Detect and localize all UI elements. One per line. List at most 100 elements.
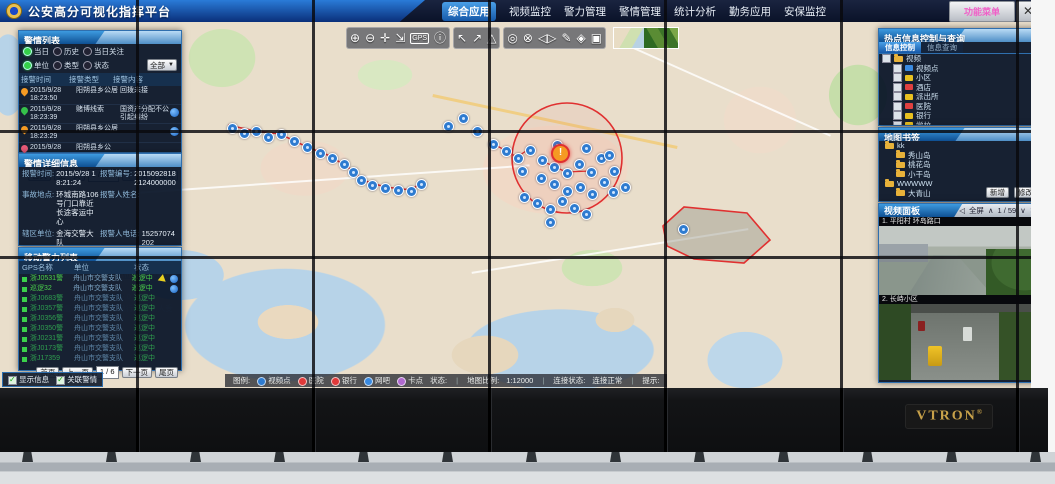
map-marker[interactable]: [537, 155, 548, 166]
checkbox-icon[interactable]: [893, 121, 902, 126]
checkbox-icon[interactable]: [893, 102, 902, 111]
map-marker[interactable]: [545, 217, 556, 228]
map-marker[interactable]: [545, 204, 556, 215]
map-marker[interactable]: [458, 113, 469, 124]
map-marker[interactable]: [393, 185, 404, 196]
police-row[interactable]: 巡逻32 舟山市交警支队 巡逻中: [19, 284, 181, 294]
video-prev-icon[interactable]: ◁: [959, 206, 965, 215]
function-menu-button[interactable]: 功能菜单: [949, 1, 1015, 22]
zoom-out-icon[interactable]: ⊖: [365, 29, 375, 47]
select-line-icon[interactable]: ↗: [472, 29, 482, 47]
map-marker[interactable]: [569, 203, 580, 214]
map-marker[interactable]: [501, 146, 512, 157]
select-circle-icon[interactable]: ◎: [507, 29, 517, 47]
police-row[interactable]: 浙J0356警舟山市交警支队巡逻中: [19, 314, 181, 324]
map-marker[interactable]: [525, 145, 536, 156]
map-marker[interactable]: [380, 183, 391, 194]
radio-unit[interactable]: 单位: [23, 60, 49, 71]
menu-item-duty-app[interactable]: 勤务应用: [729, 4, 771, 19]
clear-selection-icon[interactable]: ⊗: [523, 29, 533, 47]
alert-row[interactable]: 2015/9/28 18:23:39 赌博线索 国资产分配不公引起纠纷: [19, 105, 181, 124]
alert-row[interactable]: 2015/9/28 阳朔县乡公: [19, 143, 181, 153]
checkbox-icon[interactable]: [893, 111, 902, 120]
alert-row[interactable]: 2015/9/28 18:23:50 阳朔县乡公居 回拨未接: [19, 86, 181, 105]
map-marker[interactable]: [581, 209, 592, 220]
last-page-button[interactable]: 尾页: [155, 367, 178, 378]
map-marker[interactable]: [367, 180, 378, 191]
draw-icon[interactable]: ✎: [561, 29, 571, 47]
checkbox-icon[interactable]: [893, 64, 902, 73]
police-row[interactable]: 浙J0531警 舟山市交警支队 巡逻中: [19, 274, 181, 284]
map-marker[interactable]: [315, 148, 326, 159]
checkbox-show-info[interactable]: 显示信息: [8, 374, 49, 385]
radio-history[interactable]: 历史: [53, 46, 79, 57]
map-marker[interactable]: [620, 182, 631, 193]
locate-police-icon[interactable]: [170, 275, 178, 283]
map-marker[interactable]: [327, 153, 338, 164]
pan-icon[interactable]: ✛: [380, 29, 390, 47]
map-marker[interactable]: [557, 196, 568, 207]
map-marker[interactable]: [609, 166, 620, 177]
alarm-marker[interactable]: !: [551, 144, 570, 163]
menu-item-statistics[interactable]: 统计分析: [674, 4, 716, 19]
info-icon[interactable]: ⓘ: [434, 29, 446, 47]
map-marker[interactable]: [604, 150, 615, 161]
video-page-up-icon[interactable]: ∧: [988, 206, 994, 215]
checkbox-icon[interactable]: [893, 92, 902, 101]
map-marker[interactable]: [678, 224, 689, 235]
map-marker[interactable]: [575, 182, 586, 193]
video-page-down-icon[interactable]: ∨: [1020, 206, 1026, 215]
map-marker[interactable]: [549, 162, 560, 173]
map-marker[interactable]: [356, 175, 367, 186]
map-marker[interactable]: [549, 179, 560, 190]
police-row[interactable]: 浙J0350警舟山市交警支队巡逻中: [19, 324, 181, 334]
police-row[interactable]: 浙J0357警舟山市交警支队巡逻中: [19, 304, 181, 314]
map-marker[interactable]: [519, 192, 530, 203]
map-marker[interactable]: [581, 143, 592, 154]
menu-item-security-monitor[interactable]: 安保监控: [784, 4, 826, 19]
video-fullscreen-button[interactable]: 全屏: [969, 205, 984, 216]
checkbox-icon[interactable]: [882, 54, 891, 63]
swipe-icon[interactable]: ◁▷: [538, 29, 556, 47]
radio-status[interactable]: 状态: [83, 60, 109, 71]
map-marker[interactable]: [608, 187, 619, 198]
police-row[interactable]: 浙J0173警舟山市交警支队巡逻中: [19, 344, 181, 354]
map-marker[interactable]: [536, 173, 547, 184]
zoom-in-icon[interactable]: ⊕: [350, 29, 360, 47]
map-marker[interactable]: [574, 159, 585, 170]
map-marker[interactable]: [416, 179, 427, 190]
map-marker[interactable]: [562, 168, 573, 179]
full-extent-icon[interactable]: ⇲: [395, 29, 405, 47]
radio-type[interactable]: 类型: [53, 60, 79, 71]
police-row[interactable]: 浙J0231警舟山市交警支队巡逻中: [19, 334, 181, 344]
police-row[interactable]: 浙J0683警舟山市交警支队巡逻中: [19, 294, 181, 304]
gps-icon[interactable]: GPS: [410, 33, 429, 44]
map-marker[interactable]: [532, 198, 543, 209]
map-marker[interactable]: [517, 166, 528, 177]
locate-alert-icon[interactable]: [170, 108, 179, 117]
checkbox-icon[interactable]: [893, 83, 902, 92]
tab-info-control[interactable]: 信息控制: [879, 42, 921, 53]
map-marker[interactable]: [587, 189, 598, 200]
map-marker[interactable]: [289, 136, 300, 147]
radio-today-follow[interactable]: 当日关注: [83, 46, 124, 57]
map-marker[interactable]: [599, 177, 610, 188]
menu-item-alert-mgmt[interactable]: 警情管理: [619, 4, 661, 19]
map-marker[interactable]: [263, 132, 274, 143]
radio-today[interactable]: 当日: [23, 46, 49, 57]
tab-info-query[interactable]: 信息查询: [921, 42, 963, 53]
map-marker[interactable]: [586, 167, 597, 178]
checkbox-icon[interactable]: [893, 73, 902, 82]
export-icon[interactable]: ▣: [591, 29, 602, 47]
overview-map-thumbnail[interactable]: [613, 27, 679, 49]
police-row[interactable]: 浙J17359舟山市交警支队巡逻中: [19, 354, 181, 364]
menu-item-video-monitor[interactable]: 视频监控: [509, 4, 551, 19]
erase-icon[interactable]: ◈: [577, 29, 586, 47]
map-marker[interactable]: [406, 186, 417, 197]
scope-dropdown[interactable]: 全部▼: [147, 59, 177, 71]
add-bookmark-button[interactable]: 新增: [986, 187, 1009, 198]
checkbox-linked-alerts[interactable]: 关联警情: [56, 374, 97, 385]
map-marker[interactable]: [513, 153, 524, 164]
select-point-icon[interactable]: ↖: [457, 29, 467, 47]
alert-row[interactable]: 2015/9/28 18:23:29 阳朔县乡公居: [19, 124, 181, 143]
